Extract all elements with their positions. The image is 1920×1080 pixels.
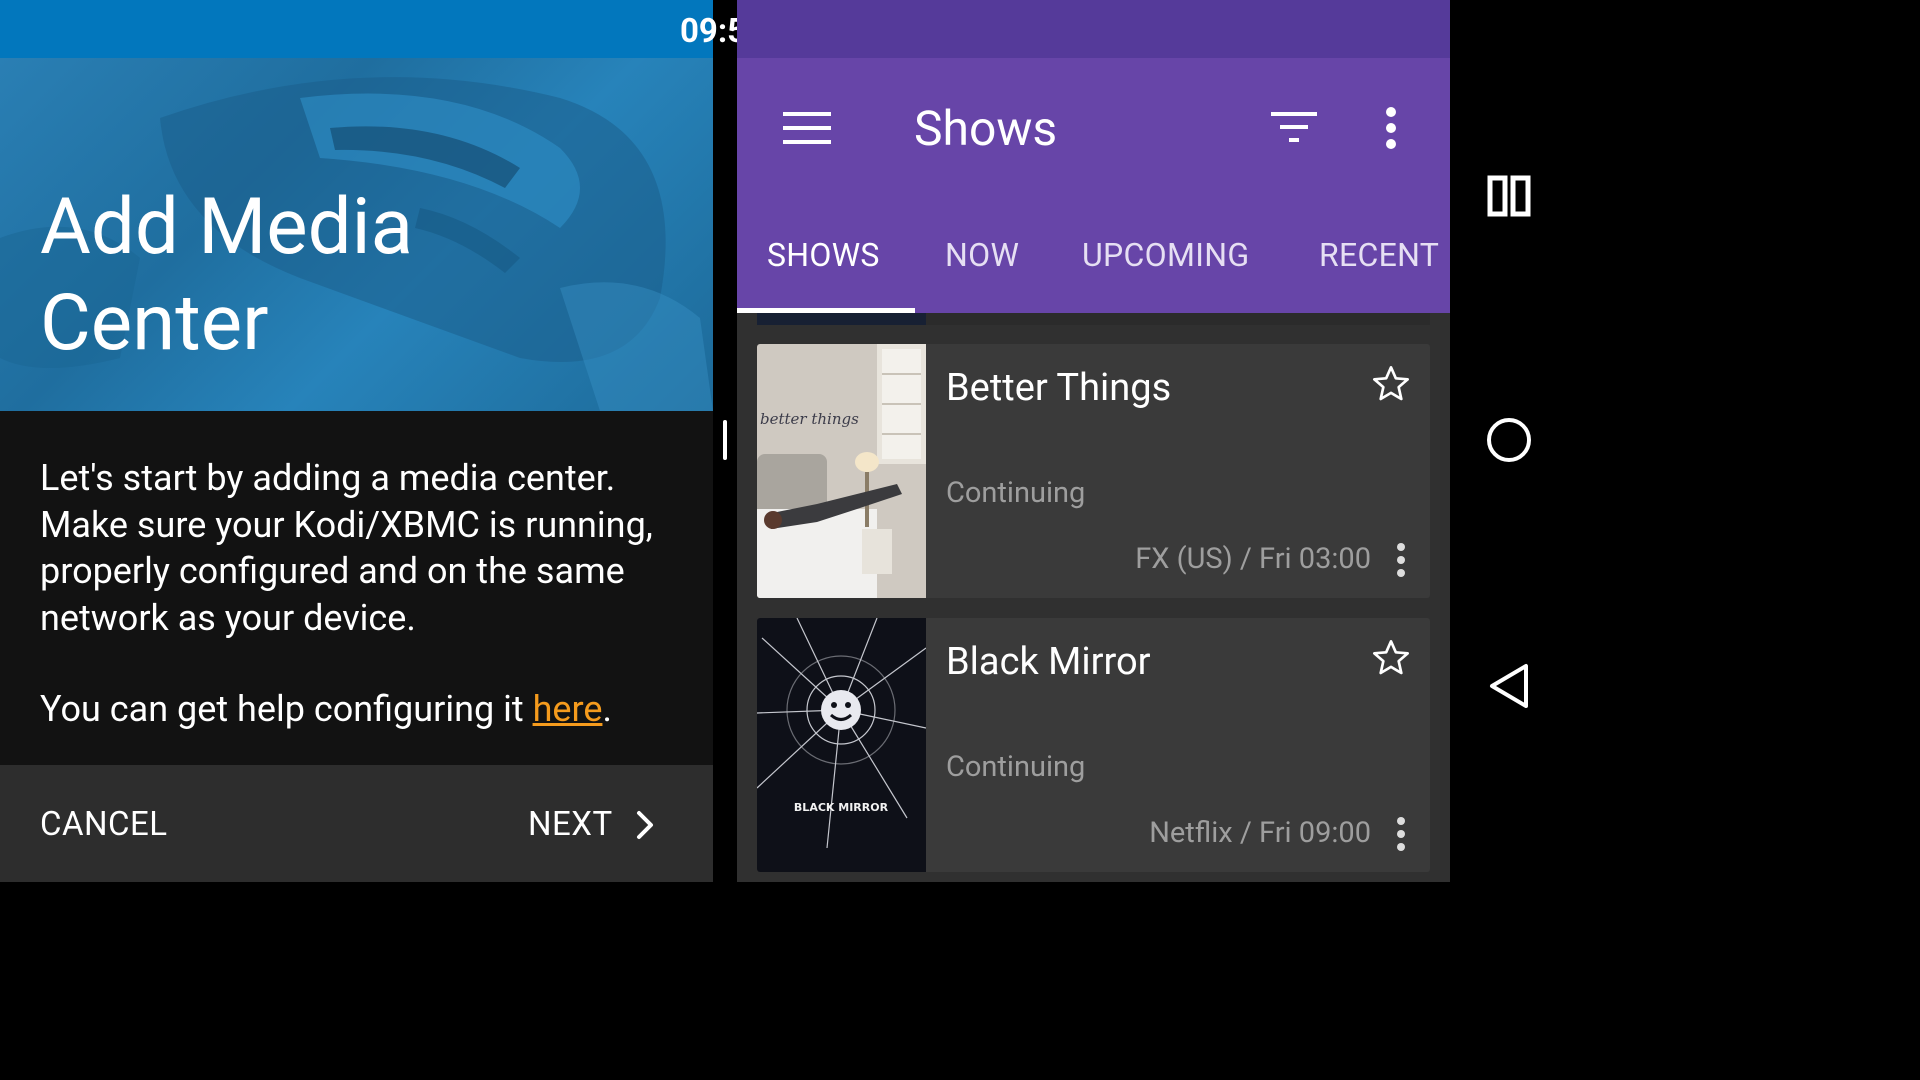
poster-text: better things [760,410,859,428]
tab-upcoming[interactable]: UPCOMING [1082,236,1249,274]
show-title: Black Mirror [946,640,1151,684]
more-vert-icon[interactable] [1395,816,1407,852]
show-poster: better things [757,344,926,598]
filter-icon[interactable] [1271,112,1317,144]
back-icon[interactable] [1488,662,1530,710]
star-outline-icon[interactable] [1371,638,1411,678]
help-period: . [602,688,612,730]
left-status-bar [0,0,713,58]
toolbar-title: Shows [914,100,1058,157]
star-outline-icon[interactable] [1371,364,1411,404]
black-mirror-poster: BLACK MIRROR [757,618,926,872]
better-things-poster: better things [757,344,926,598]
home-icon[interactable] [1486,417,1532,463]
help-line: You can get help configuring it here. [40,688,612,730]
show-status: Continuing [946,750,1086,784]
chevron-right-icon [636,810,653,839]
hamburger-icon[interactable] [783,112,831,144]
recents-icon[interactable] [1487,175,1531,217]
show-network-time: Netflix / Fri 09:00 [1149,816,1371,850]
right-status-bar [737,0,1450,58]
cancel-button[interactable]: CANCEL [40,805,168,844]
help-link[interactable]: here [533,688,603,730]
show-card-better-things[interactable]: better things Better Things Continuing F… [757,344,1430,598]
poster-text: BLACK MIRROR [794,801,889,814]
page-title: Add Media Center [40,182,414,369]
next-label: NEXT [528,805,613,844]
previous-show-card[interactable] [757,313,1430,325]
show-network-time: FX (US) / Fri 03:00 [1135,542,1371,576]
divider-handle[interactable] [723,420,727,460]
more-vert-icon[interactable] [1385,106,1397,150]
hero-banner: Add Media Center [0,58,713,411]
next-button[interactable]: NEXT [528,805,655,844]
tab-recent[interactable]: RECENT [1319,236,1439,274]
show-title: Better Things [946,366,1172,410]
show-status: Continuing [946,476,1086,510]
system-nav-bar [1450,0,1568,882]
show-poster: BLACK MIRROR [757,618,926,872]
intro-text: Let's start by adding a media center. Ma… [40,457,653,639]
app-toolbar [737,58,1450,313]
setup-wizard-pane: Add Media Center Let's start by adding a… [0,0,713,882]
shows-pane: Shows SHOWS NOW UPCOMING RECENT better t… [737,0,1450,882]
tab-shows[interactable]: SHOWS [767,236,880,274]
more-vert-icon[interactable] [1395,542,1407,578]
help-text: You can get help configuring it [40,688,533,730]
show-card-black-mirror[interactable]: BLACK MIRROR Black Mirror Continuing Net… [757,618,1430,872]
tab-now[interactable]: NOW [945,236,1019,274]
